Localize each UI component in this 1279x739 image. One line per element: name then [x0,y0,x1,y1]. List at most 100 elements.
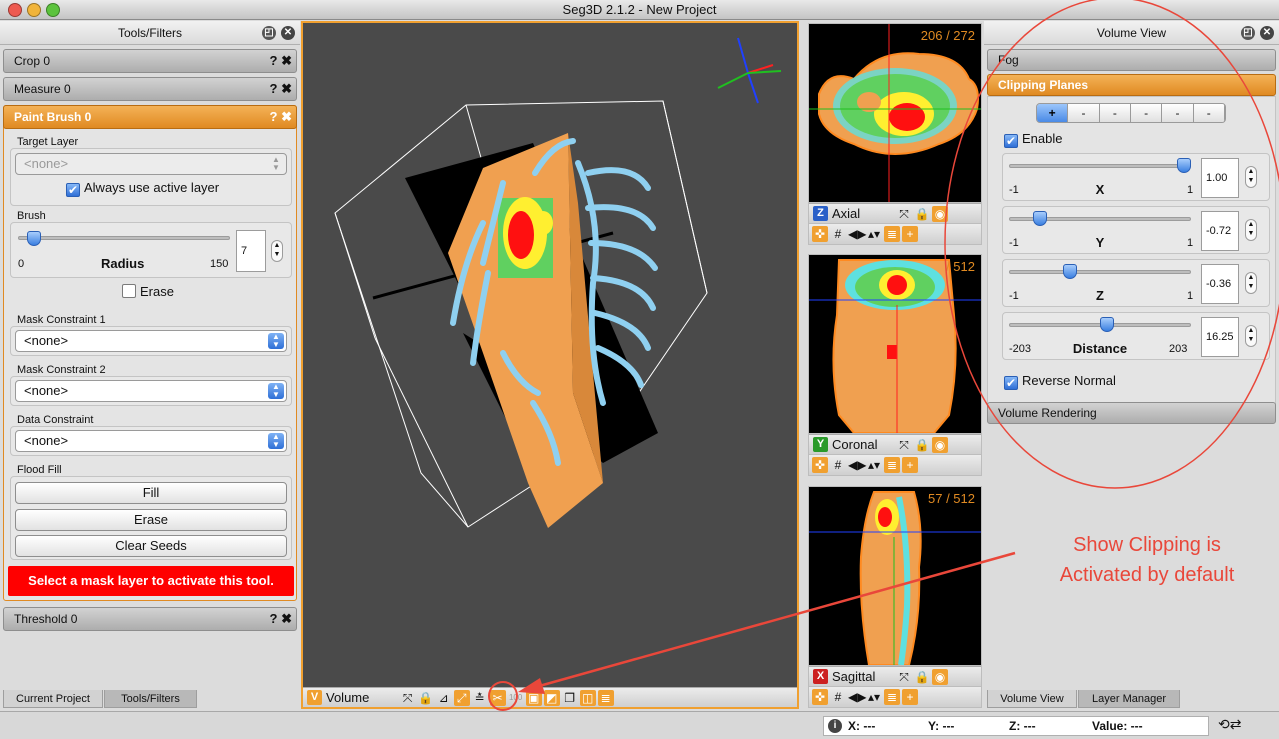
tab-current-project[interactable]: Current Project [3,690,103,708]
visibility-eye-icon[interactable]: ◉ [932,206,948,222]
clip-z-slider-thumb[interactable] [1062,264,1077,279]
volume-viewer-label[interactable]: Volume [326,688,396,707]
clip-distance-stepper[interactable]: ▲ ▼ [1245,325,1257,347]
threshold-tool-header[interactable]: Threshold 0 ? ✖ [3,607,297,631]
volume-rendering-header[interactable]: Volume Rendering [987,402,1276,424]
note-icon[interactable]: ≣ [884,457,900,473]
clip-distance-spinbox[interactable]: 16.25 [1201,317,1239,357]
note-icon[interactable]: ≣ [597,690,614,706]
axial-slice-image[interactable]: 206 / 272 [809,24,981,202]
fill-button[interactable]: Fill [15,482,287,504]
radius-slider-track[interactable] [18,236,230,240]
clear-seeds-button[interactable]: Clear Seeds [15,535,287,557]
target-layer-select[interactable]: <none> ▲ ▼ [15,153,287,175]
clip-z-slider-track[interactable] [1009,270,1191,274]
measure-tool-header[interactable]: Measure 0 ? ✖ [3,77,297,101]
clip-y-slider-thumb[interactable] [1032,211,1047,226]
lock-icon[interactable]: 🔒 [418,690,434,706]
flip-horizontal-icon[interactable]: ◀▶ [848,457,866,473]
always-use-active-checkbox[interactable]: ✔ Always use active layer [66,180,219,197]
sagittal-slice-image[interactable]: 57 / 512 [809,487,981,665]
lock-icon[interactable]: 🔒 [914,206,930,222]
status-mode-icon[interactable]: ⟲⇄ [1218,716,1241,733]
clipping-plane-tab-5[interactable]: - [1162,104,1194,122]
clipping-plane-tab-2[interactable]: - [1068,104,1100,122]
clip-x-slider-thumb[interactable] [1177,158,1191,173]
tool-help-close-icons[interactable]: ? ✖ [270,50,292,72]
clipping-planes-header[interactable]: Clipping Planes [987,74,1276,96]
note-icon[interactable]: ≣ [884,226,900,242]
info-icon[interactable]: i [828,719,842,733]
grid-icon[interactable]: # [830,226,846,242]
grid-icon[interactable]: # [830,457,846,473]
visibility-eye-icon[interactable]: ◉ [932,669,948,685]
slice-angle-icon[interactable]: ⊿ [436,690,452,706]
coronal-slice-image[interactable]: / 512 [809,255,981,433]
render-slices-icon[interactable]: ⤢ [453,690,470,706]
tab-tools-filters[interactable]: Tools/Filters [104,690,197,708]
auto-view-icon[interactable]: ⤧ [896,669,912,685]
auto-view-icon[interactable]: ⤧ [896,206,912,222]
show-clipping-scissors-icon[interactable]: ✂ [489,690,506,706]
volume-rendering[interactable] [303,23,797,685]
undock-icon[interactable]: ◰ [262,26,276,40]
crop-tool-header[interactable]: Crop 0 ? ✖ [3,49,297,73]
close-panel-icon[interactable]: ✕ [1260,26,1274,40]
mask-constraint-2-select[interactable]: <none> ▲ ▼ [15,380,287,402]
clipping-plane-tab-3[interactable]: - [1099,104,1131,122]
visibility-eye-icon[interactable]: ◉ [932,437,948,453]
clip-x-spinbox[interactable]: 1.00 [1201,158,1239,198]
note-icon[interactable]: ≣ [884,689,900,705]
close-window-icon[interactable] [8,3,22,17]
crosshair-icon[interactable]: ✜ [812,457,828,473]
tool-help-close-icons[interactable]: ? ✖ [270,78,292,100]
flip-vertical-icon[interactable]: ▴▾ [866,226,882,242]
minimize-window-icon[interactable] [27,3,41,17]
auto-view-icon[interactable]: ⤧ [400,690,416,706]
mask-constraint-1-select[interactable]: <none> ▲ ▼ [15,330,287,352]
clip-x-slider-track[interactable] [1009,164,1191,168]
clip-y-spinbox[interactable]: -0.72 [1201,211,1239,251]
enable-clipping-checkbox[interactable]: ✔ Enable [1004,131,1062,148]
clipping-plane-tab-6[interactable]: - [1193,104,1225,122]
plus-icon[interactable]: + [902,226,918,242]
tool-help-close-icons[interactable]: ? ✖ [270,608,292,630]
tab-layer-manager[interactable]: Layer Manager [1078,690,1180,708]
clipping-plane-tab-1[interactable]: + [1037,104,1069,122]
close-panel-icon[interactable]: ✕ [281,26,295,40]
plus-icon[interactable]: + [902,457,918,473]
clipping-plane-tab-4[interactable]: - [1130,104,1163,122]
tool-help-close-icons[interactable]: ? ✖ [270,106,292,128]
opacity-icon[interactable]: 100 [508,690,524,706]
fog-section-header[interactable]: Fog [987,49,1276,71]
flip-vertical-icon[interactable]: ▴▾ [866,457,882,473]
tab-volume-view[interactable]: Volume View [987,690,1077,708]
flip-horizontal-icon[interactable]: ◀▶ [848,689,866,705]
auto-view-icon[interactable]: ⤧ [896,437,912,453]
radius-stepper[interactable]: ▲ ▼ [271,240,283,262]
bounding-box-icon[interactable]: ▣ [525,690,542,706]
lock-icon[interactable]: 🔒 [914,437,930,453]
erase-button[interactable]: Erase [15,509,287,531]
flip-horizontal-icon[interactable]: ◀▶ [848,226,866,242]
light-icon[interactable]: ❐ [562,690,578,706]
snapshot-icon[interactable]: ◫ [579,690,596,706]
clip-distance-slider-thumb[interactable] [1099,317,1114,332]
radius-spinbox[interactable]: 7 [236,230,266,272]
grid-icon[interactable]: # [830,689,846,705]
erase-checkbox[interactable]: Erase [122,284,174,299]
zoom-window-icon[interactable] [46,3,60,17]
data-constraint-select[interactable]: <none> ▲ ▼ [15,430,287,452]
clip-z-spinbox[interactable]: -0.36 [1201,264,1239,304]
lock-icon[interactable]: 🔒 [914,669,930,685]
plus-icon[interactable]: + [902,689,918,705]
reverse-normal-checkbox[interactable]: ✔ Reverse Normal [1004,373,1116,390]
flip-vertical-icon[interactable]: ▴▾ [866,689,882,705]
undock-icon[interactable]: ◰ [1241,26,1255,40]
clip-y-stepper[interactable]: ▲ ▼ [1245,219,1257,241]
clip-x-stepper[interactable]: ▲ ▼ [1245,166,1257,188]
isosurface-icon[interactable]: ≛ [472,690,488,706]
sagittal-viewer-label[interactable]: Sagittal [832,667,896,686]
coronal-viewer-label[interactable]: Coronal [832,435,896,454]
clip-z-stepper[interactable]: ▲ ▼ [1245,272,1257,294]
